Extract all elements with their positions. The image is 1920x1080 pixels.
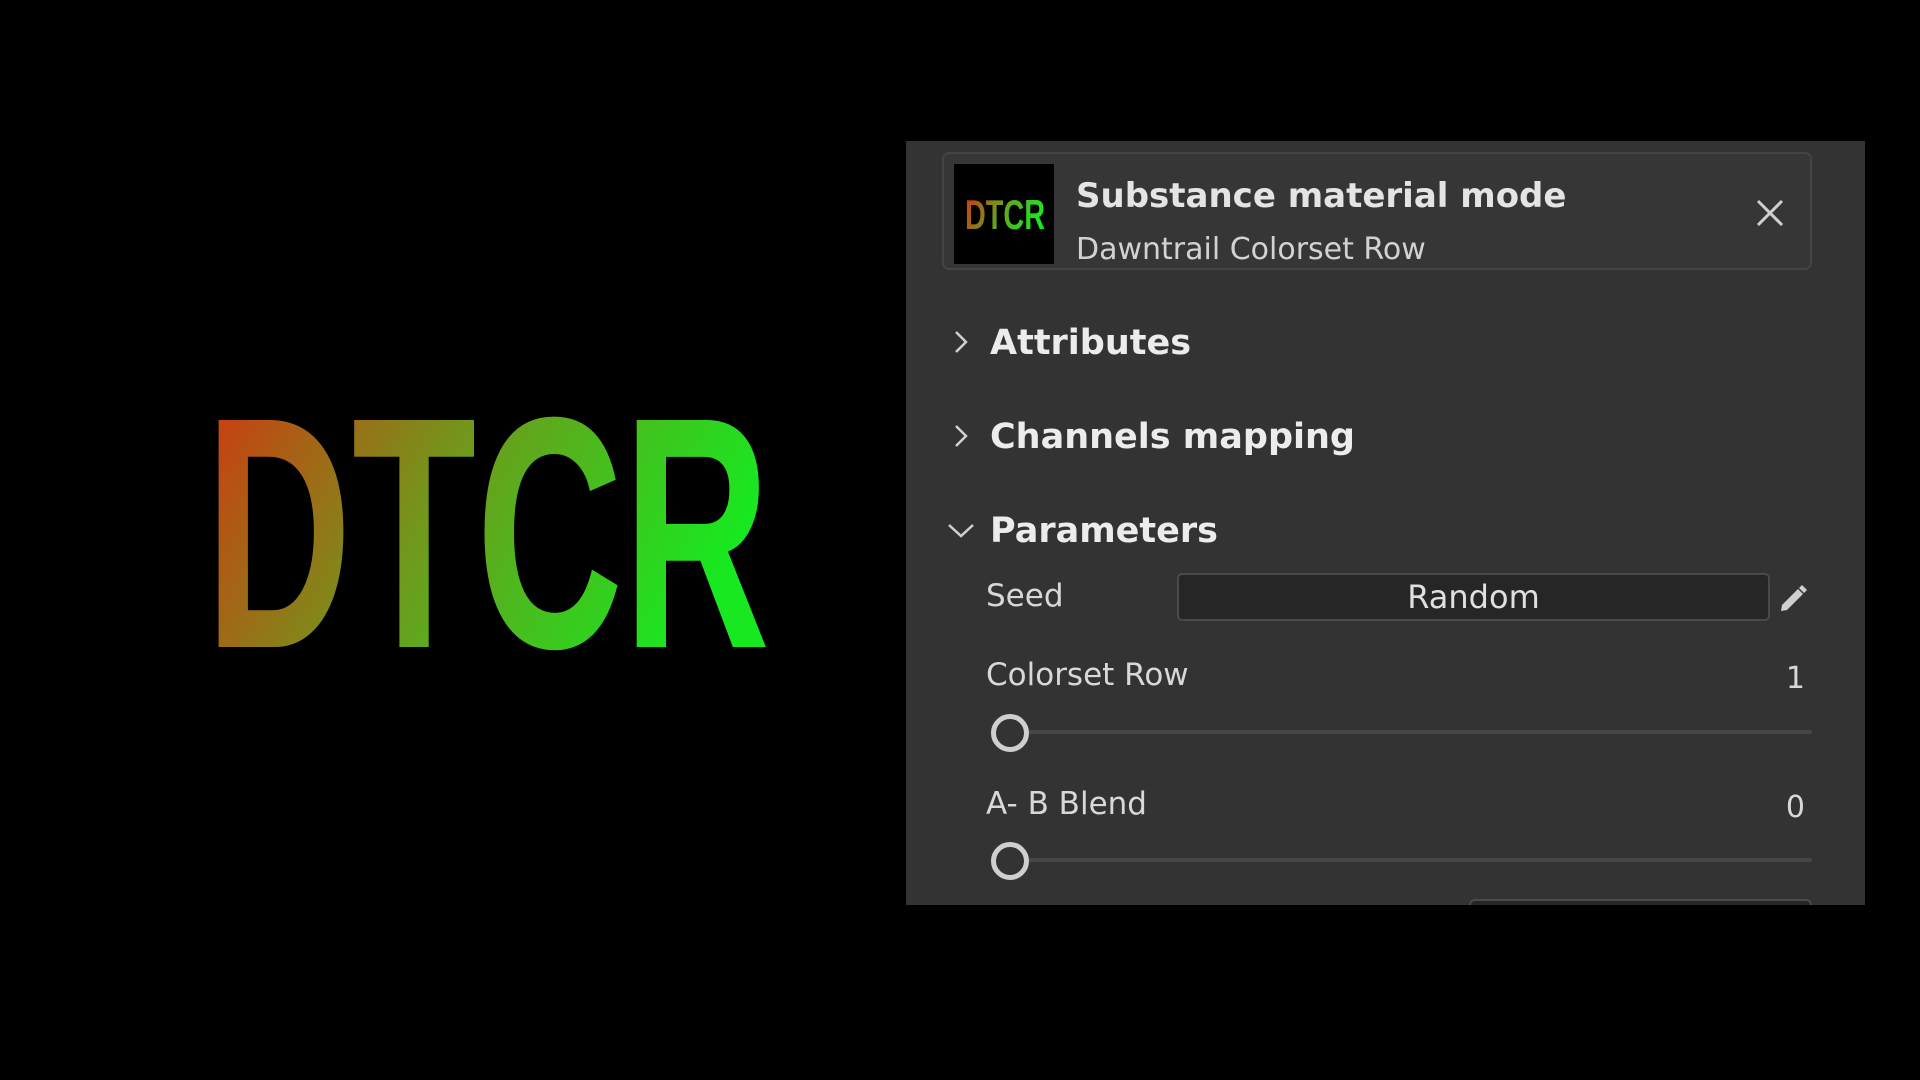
ab-blend-label: A- B Blend — [986, 786, 1147, 822]
colorset-row-value: 1 — [1785, 661, 1805, 696]
section-channels-mapping-label: Channels mapping — [990, 417, 1355, 457]
pencil-icon — [1781, 585, 1807, 611]
dtcr-logo-graphic: DTCR — [205, 395, 770, 665]
ab-blend-value: 0 — [1785, 790, 1805, 825]
partial-input-field[interactable] — [1469, 899, 1812, 905]
seed-label: Seed — [986, 578, 1064, 614]
material-thumbnail: DTCR — [954, 164, 1054, 264]
colorset-row-slider[interactable] — [991, 712, 1812, 752]
dtcr-logo: DTCR — [205, 395, 775, 665]
section-attributes[interactable]: Attributes — [906, 313, 1865, 373]
material-mode-panel: DTCR Substance material mode Dawntrail C… — [906, 141, 1865, 905]
section-parameters-label: Parameters — [990, 511, 1218, 551]
material-thumbnail-graphic: DTCR — [965, 191, 1045, 238]
header-card: DTCR Substance material mode Dawntrail C… — [942, 152, 1812, 270]
close-button[interactable] — [1752, 195, 1788, 231]
close-icon — [1756, 199, 1784, 227]
ab-blend-slider[interactable] — [991, 840, 1812, 880]
chevron-right-icon — [946, 421, 976, 451]
section-channels-mapping[interactable]: Channels mapping — [906, 407, 1865, 467]
screen: DTCR DTCR Substance material mode Dawntr… — [0, 0, 1920, 1080]
chevron-down-icon — [946, 515, 976, 545]
thumbnail-text: DTCR — [965, 191, 1045, 238]
dtcr-logo-text: DTCR — [205, 395, 770, 665]
random-seed-button[interactable]: Random — [1177, 573, 1770, 621]
colorset-row-label: Colorset Row — [986, 657, 1189, 693]
section-parameters[interactable]: Parameters — [906, 501, 1865, 561]
slider-track — [992, 730, 1812, 734]
section-attributes-label: Attributes — [990, 323, 1192, 363]
chevron-right-icon — [946, 327, 976, 357]
header-subtitle: Dawntrail Colorset Row — [1076, 232, 1426, 267]
edit-seed-button[interactable] — [1776, 581, 1810, 615]
slider-track — [992, 858, 1812, 862]
header-title: Substance material mode — [1076, 176, 1567, 216]
slider-handle[interactable] — [991, 714, 1029, 752]
slider-handle[interactable] — [991, 842, 1029, 880]
